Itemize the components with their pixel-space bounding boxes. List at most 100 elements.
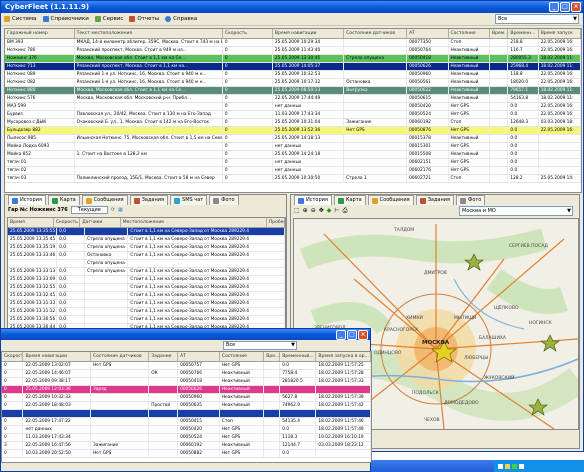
table-row[interactable]: 0 22.05.2009 13:02:07 Нет GPS 00050757 Нет G… (2, 362, 371, 370)
table-row[interactable]: 0 нет данных 00050420 Нет GPS 0.0 18.02.2009 … (2, 426, 371, 434)
table-row[interactable]: 25.05.2009 13:33:09 0,0 Стоит в 1,1 км на … (8, 276, 285, 284)
column-header[interactable]: Датчики (80, 218, 121, 227)
tab[interactable]: Карта (47, 195, 80, 205)
table-row[interactable]: Ноткинс 713 Рязанский проспект, Москва. С… (5, 63, 581, 71)
column-header[interactable]: Состояние (220, 352, 265, 361)
close-icon[interactable]: × (571, 2, 581, 12)
table-row[interactable]: Стрела опущена (8, 260, 285, 268)
column-header[interactable]: Состояние датчиков (344, 29, 408, 38)
chevron-down-icon[interactable]: ▼ (567, 207, 571, 215)
table-row[interactable]: 0 22.05.2009 10:32:33 00050960 Неактивный 56… (2, 394, 371, 402)
tray-icon[interactable] (512, 463, 517, 469)
tab[interactable]: Сообщения (81, 195, 128, 205)
menu-directories[interactable]: Справочники (42, 16, 89, 22)
table-row[interactable]: 25.05.2009 13:33:13 0,0 Стрела опущена Стои… (8, 268, 285, 276)
column-header[interactable]: Местоположение (121, 218, 267, 227)
tab[interactable]: Задания (415, 195, 455, 205)
column-header[interactable]: Скорость (223, 29, 273, 38)
maximize-icon[interactable]: □ (560, 2, 570, 12)
column-header[interactable]: Состояние (449, 29, 490, 38)
tab[interactable]: Задания (129, 195, 169, 205)
column-header[interactable]: Время запуск (539, 29, 581, 38)
table-row[interactable]: 0 22.05.2009 14:46:07 ОК 00050766 Неактивный… (2, 370, 371, 378)
column-header[interactable]: Врем... (490, 29, 509, 38)
table-row[interactable]: Бульдозер 882 0 25.05.2009 13:52:36 Нет GPS… (5, 127, 581, 135)
table-row[interactable]: 25.05.2009 13:30:56 0,0 Стоит в 1,1 км на … (8, 316, 285, 324)
table-row[interactable]: тягач 02 0 нет данных 00602176 Нет GPS 0.0 (5, 167, 581, 175)
table-row[interactable]: Ноткинс 880 Москва, Московская обл. Стоит… (5, 87, 581, 95)
zoom-out-icon[interactable]: ⊖ (311, 207, 316, 214)
chevron-down-icon[interactable]: ▼ (291, 342, 295, 349)
table-row[interactable]: 25.05.2009 13:33:46 0,0 Остановка Стоит в 1… (8, 252, 285, 260)
column-header[interactable]: Время запуска в ор... (316, 352, 371, 361)
table-row[interactable]: 25.05.2009 13:35:45 0,0 Стрела опущена Стои… (8, 236, 285, 244)
column-header[interactable]: Скорость (2, 352, 24, 361)
column-header[interactable]: Состояние датчиков (91, 352, 150, 361)
menu-system[interactable]: Система (4, 16, 37, 22)
column-header[interactable]: АТ (178, 352, 220, 361)
column-header[interactable]: Время (8, 218, 54, 227)
column-header[interactable]: Скорость (54, 218, 81, 227)
layers-icon[interactable]: ◆ (327, 207, 332, 214)
tray-icon[interactable] (498, 463, 503, 469)
ruler-icon[interactable]: ⊢ (334, 207, 339, 214)
column-header[interactable]: Пробег (267, 218, 285, 227)
table-row[interactable]: 25.05.2009 13:35:19 0,0 Стрела опущена Стои… (8, 244, 285, 252)
column-header[interactable]: Гаражный номер (5, 29, 75, 38)
column-header[interactable]: Время навигации (273, 29, 345, 38)
table-row[interactable]: 0 22.05.2009 18:48:03 Простой 00050635 Неакт… (2, 402, 371, 410)
table-row[interactable]: Ноткинс 780 Рязанский проспект, Москва. С… (5, 47, 581, 55)
table-row[interactable]: 0 22.05.2009 09:38:17 00050418 Неактивный 28… (2, 378, 371, 386)
table-row[interactable]: 25.05.2009 13:35:55 0,0 Стоит в 1,1 км на … (8, 228, 285, 236)
range-select[interactable]: Текущие (70, 206, 108, 214)
table-row[interactable]: 3 22.05.2009 16:47:56 Зажигание 00060192 Неа… (2, 442, 371, 450)
maximize-icon[interactable]: □ (347, 330, 357, 340)
table-row[interactable]: МАЗ 599 0 нет данных 00050420 Нет GPS 0.0 22.0… (5, 103, 581, 111)
tab[interactable]: История (8, 195, 46, 205)
column-header[interactable]: Временн... (508, 29, 539, 38)
table-row[interactable]: Ноткинс 576 Москва, Московская обл. Моско… (5, 95, 581, 103)
table-row[interactable]: 25.05.2009 13:32:45 0,0 Стоит в 1,1 км на … (8, 292, 285, 300)
minimize-icon[interactable]: _ (549, 2, 559, 12)
table-row[interactable]: 0 10.03.2009 20:52:50 Нет GPS 00050882 Нет G… (2, 450, 371, 458)
table-row[interactable]: Ноткинс 082 Рязанский 1-я ул. Ноткинс, 16… (5, 79, 581, 87)
select-icon[interactable]: ⬚ (294, 207, 300, 214)
column-header[interactable]: Текст местоположения (75, 29, 223, 38)
table-row[interactable]: Пылесос 985 Ильинская Ноткинс, 75, Москов… (5, 135, 581, 143)
column-header[interactable]: Время навигации (23, 352, 91, 361)
table-row[interactable] (2, 410, 371, 418)
filter-select[interactable]: Все ▼ (495, 14, 579, 24)
tab[interactable]: История (294, 195, 332, 205)
title-bar[interactable]: CyberFleet (1.1.11.9) _ □ × (1, 1, 583, 13)
tray-icon[interactable] (505, 463, 510, 469)
table-row[interactable]: Мусоровоз с ДЫК Очаковский Б. ул., 1, Мос… (5, 119, 581, 127)
column-header[interactable]: Задание (149, 352, 179, 361)
table-row[interactable]: тягач 03 Поликлинский проезд, 15Б/1, Моск… (5, 175, 581, 183)
table-row[interactable]: 25.05.2009 13:32:55 0,0 Стоит в 1,1 км на … (8, 284, 285, 292)
zoom-in-icon[interactable]: ⊕ (303, 207, 308, 214)
refresh-icon[interactable]: ⟳ (111, 207, 115, 213)
minimize-icon[interactable]: _ (336, 330, 346, 340)
calendar-icon[interactable]: ▦ (118, 207, 123, 213)
print-icon[interactable]: ⎙ (343, 207, 348, 215)
table-row[interactable]: тягач 01 0 нет данных 00602151 Нет GPS 0.0 (5, 159, 581, 167)
menu-reports[interactable]: Отчеты (129, 16, 159, 22)
table-row[interactable]: 0 11.03.2009 17:43:34 00050524 Нет GPS 1118.… (2, 434, 371, 442)
table-row[interactable]: 25.05.2009 13:31:12 0,0 Стоит в 1,1 км на … (8, 308, 285, 316)
close-icon[interactable]: × (358, 330, 368, 340)
second-title-bar[interactable]: _ □ × (1, 329, 370, 340)
table-row[interactable]: Мойка Лодка 6093 0 нет данных 00015301 Нет G… (5, 143, 581, 151)
tab[interactable]: Фото (209, 195, 239, 205)
chevron-down-icon[interactable]: ▼ (573, 15, 577, 23)
pan-icon[interactable]: ✥ (319, 207, 324, 214)
map-region-select[interactable]: Москва и МО ▼ (459, 205, 573, 216)
menu-help[interactable]: Справка (165, 16, 197, 22)
table-row[interactable]: Мойка 852 1. Стоит на Востоке в 128,2 км 0… (5, 151, 581, 159)
column-header[interactable]: Вре... (264, 352, 281, 361)
table-row[interactable]: 0 25.05.2009 12:03:36 Заряд 00050626 Неактив… (2, 386, 371, 394)
tab[interactable]: Фото (456, 195, 486, 205)
tab[interactable]: SMS чат (170, 195, 208, 205)
table-row[interactable]: Бурвиз Павловская ул., 20/42, Москва. Сто… (5, 111, 581, 119)
second-filter-select[interactable]: Все ▼ (223, 341, 297, 350)
table-row[interactable]: 25.05.2009 13:31:33 0,0 Стоит в 1,1 км на … (8, 300, 285, 308)
